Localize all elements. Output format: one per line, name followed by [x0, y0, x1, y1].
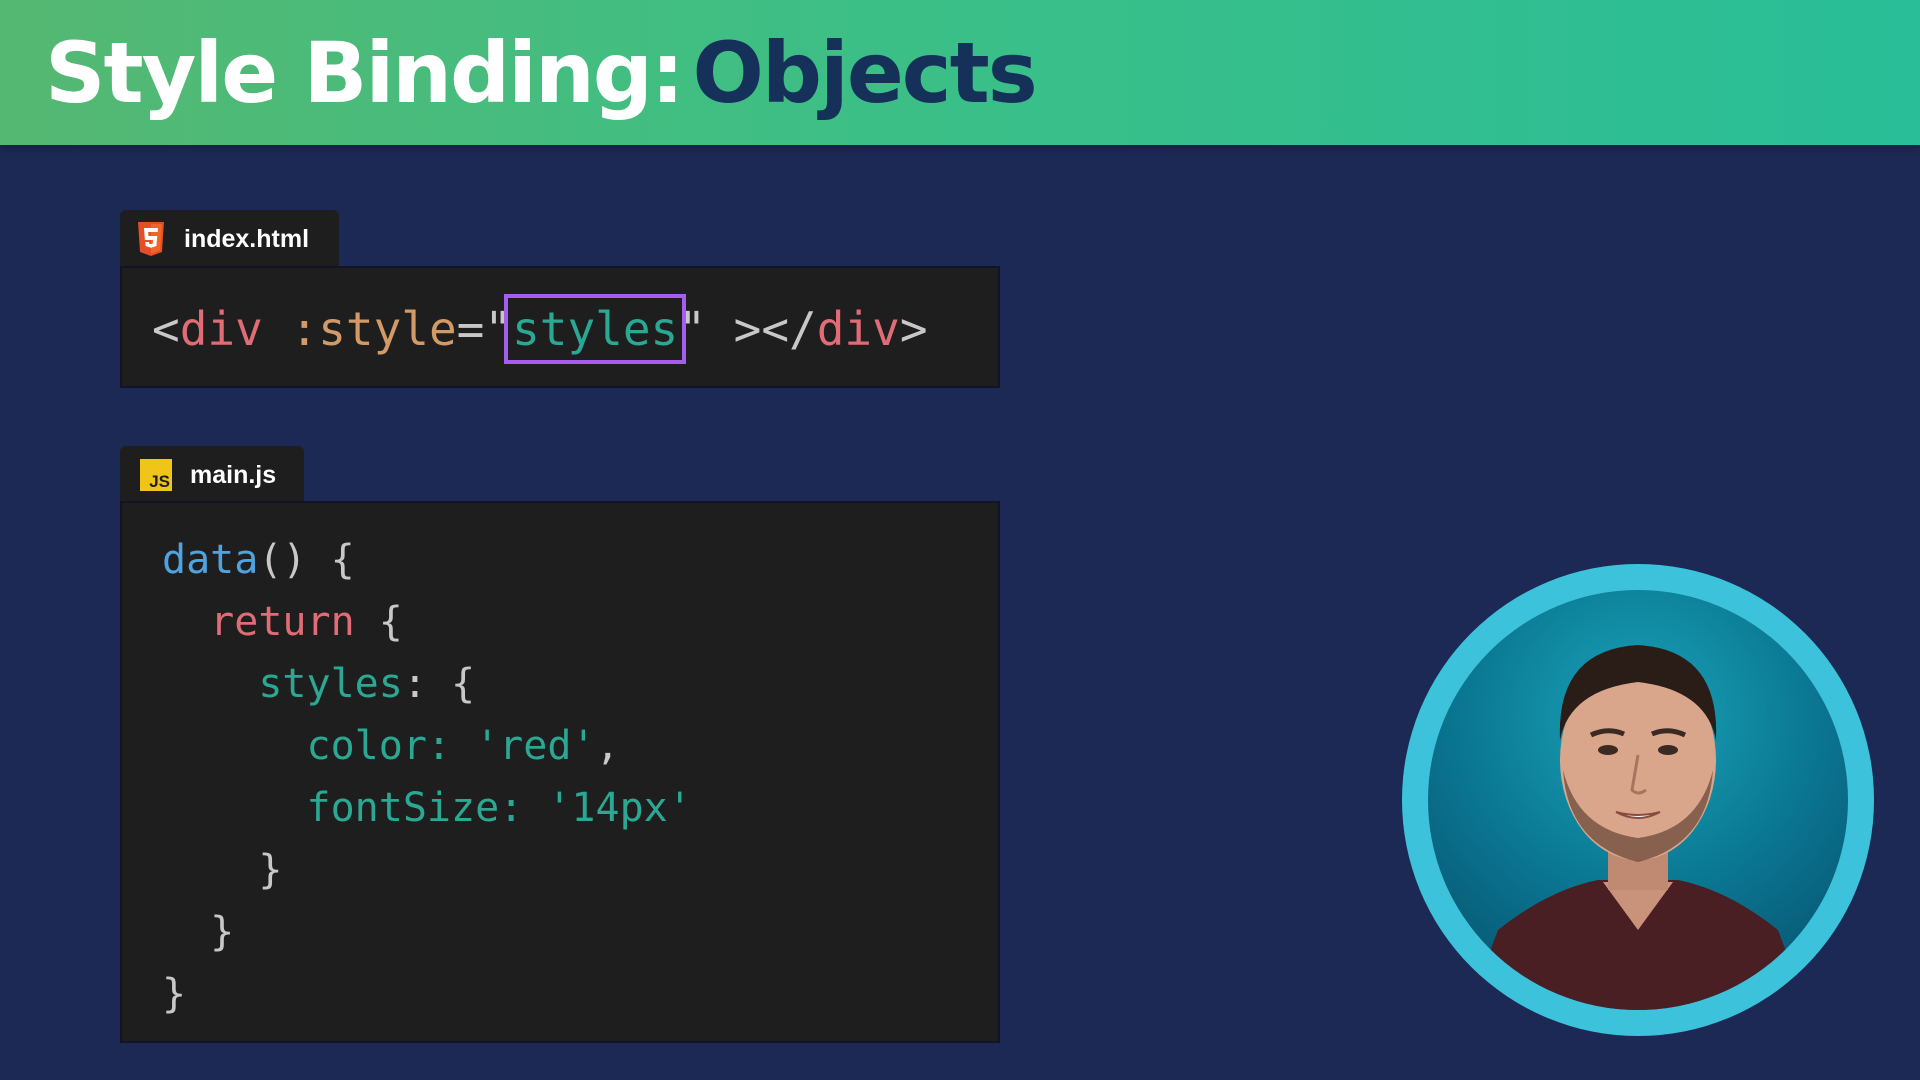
code-token: =: [456, 302, 485, 356]
js-code-block: data() { return { styles: { color: 'red'…: [120, 501, 1000, 1043]
code-line: }: [162, 909, 235, 955]
js-icon: JS: [140, 459, 172, 491]
code-token: () {: [258, 537, 355, 583]
tab-label: main.js: [190, 460, 277, 489]
code-token: div: [179, 302, 263, 356]
code-token: return: [210, 599, 355, 645]
code-token: >: [899, 302, 928, 356]
slide: Style Binding: Objects index.html <div :s…: [0, 0, 1920, 1080]
code-token: ></: [705, 302, 817, 356]
title-bar: Style Binding: Objects: [0, 0, 1920, 145]
code-token: data: [162, 537, 259, 583]
code-line: fontSize: '14px': [162, 777, 998, 839]
code-token: div: [816, 302, 900, 356]
code-token: <: [152, 302, 180, 356]
code-token: ": [678, 302, 706, 356]
html5-icon: [138, 222, 164, 256]
code-token: ,: [595, 723, 620, 769]
code-line: styles: {: [162, 653, 998, 715]
html-code-block: <div :style="styles" ></div>: [120, 266, 1000, 388]
code-token: :style: [290, 302, 457, 356]
code-token: {: [354, 599, 403, 645]
code-line: color: 'red',: [162, 715, 998, 777]
tab-index-html[interactable]: index.html: [120, 210, 339, 268]
code-token: color:: [306, 723, 452, 769]
title-main: Style Binding:: [45, 24, 684, 122]
tab-label: index.html: [184, 224, 310, 253]
code-token: '14px': [547, 785, 692, 831]
code-line: }: [162, 971, 187, 1017]
presenter-illustration: [1468, 645, 1808, 1010]
code-token: ": [484, 302, 513, 356]
code-token: fontSize:: [306, 785, 524, 831]
tab-main-js[interactable]: JS main.js: [120, 446, 304, 504]
title-accent: Objects: [692, 24, 1037, 122]
js-icon-label: JS: [149, 472, 170, 491]
code-token: : {: [402, 661, 476, 707]
code-line: return {: [162, 591, 998, 653]
code-token: 'red': [475, 723, 596, 769]
code-line: }: [162, 847, 283, 893]
code-token: styles: [258, 661, 403, 707]
highlighted-binding-value: styles: [504, 294, 687, 364]
presenter-avatar: [1428, 590, 1848, 1010]
code-line: data() {: [162, 529, 998, 591]
page-title: Style Binding: Objects: [45, 18, 1038, 128]
